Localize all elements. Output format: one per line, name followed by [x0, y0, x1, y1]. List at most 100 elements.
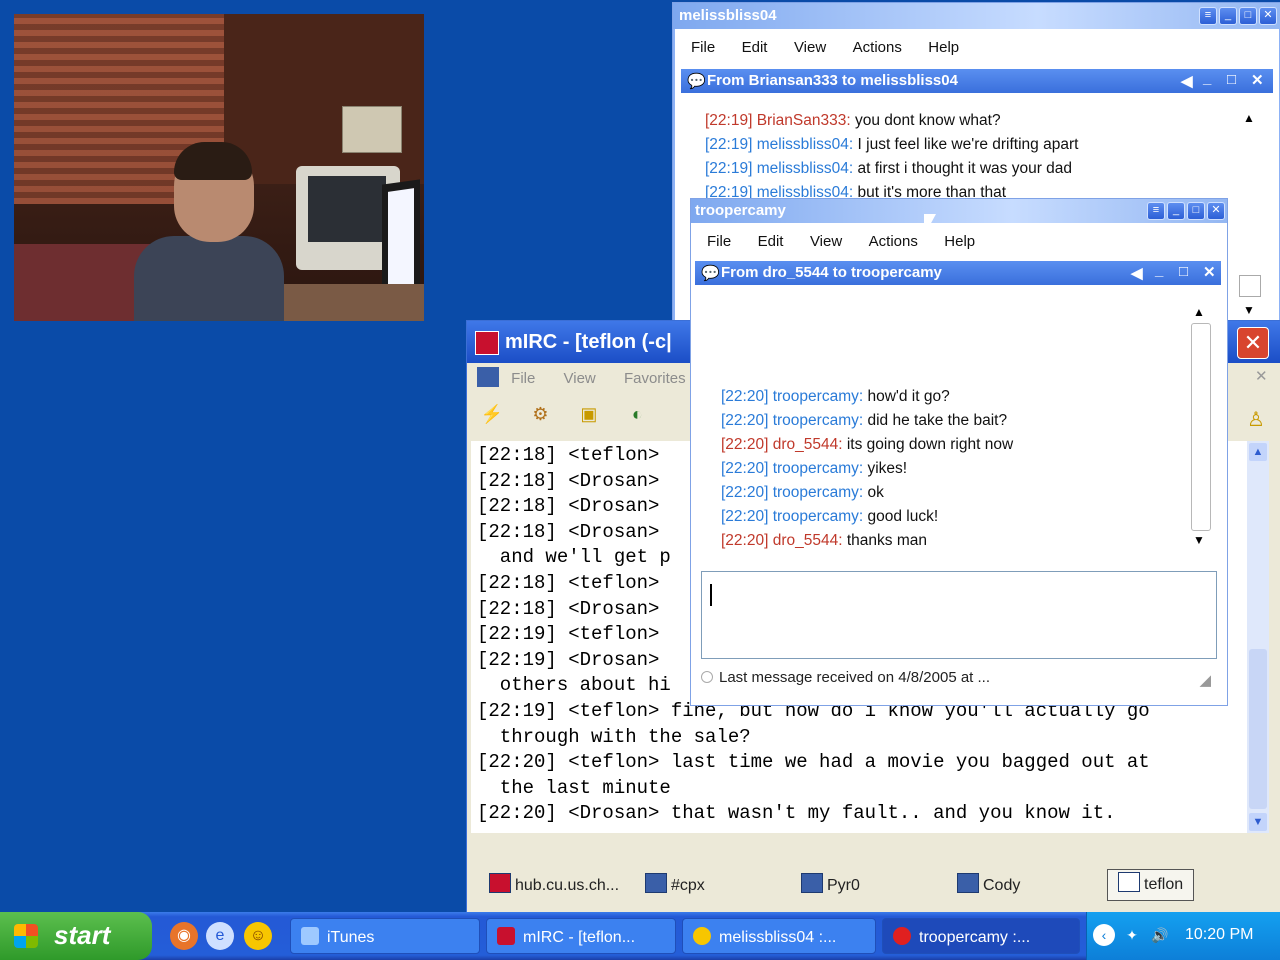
- switch-cody[interactable]: Cody: [957, 873, 1020, 899]
- minimize-icon[interactable]: _: [1219, 7, 1237, 25]
- user-icon[interactable]: ♙: [1247, 407, 1265, 432]
- title-bar[interactable]: troopercamy ≡ _ □ ✕: [691, 199, 1227, 223]
- menu-help[interactable]: Help: [944, 233, 975, 250]
- close-icon[interactable]: ✕: [1203, 263, 1216, 281]
- menu-edit[interactable]: Edit: [758, 233, 784, 250]
- taskbar-itunes[interactable]: iTunes: [290, 918, 480, 954]
- menu-icon[interactable]: ≡: [1147, 202, 1165, 220]
- firefox-icon[interactable]: ◉: [170, 922, 198, 950]
- query-icon: [1118, 872, 1140, 892]
- start-button[interactable]: start: [0, 912, 152, 960]
- minimize-icon[interactable]: _: [1203, 70, 1211, 87]
- taskbar-melissbliss04[interactable]: melissbliss04 :...: [682, 918, 876, 954]
- close-icon[interactable]: ✕: [1259, 7, 1277, 25]
- connect-icon[interactable]: ⚡: [477, 399, 507, 429]
- speaker-icon[interactable]: ◀: [1181, 72, 1193, 90]
- close-icon[interactable]: ✕: [1207, 202, 1225, 220]
- scroll-up-icon[interactable]: ▲: [1249, 443, 1267, 461]
- maximize-icon[interactable]: □: [1227, 71, 1236, 88]
- close-icon[interactable]: ✕: [1251, 71, 1264, 89]
- scroll-down-icon[interactable]: ▼: [1193, 533, 1205, 547]
- menu-actions[interactable]: Actions: [853, 39, 902, 56]
- conversation-scrollbar[interactable]: ▲ ▼: [1189, 305, 1211, 551]
- maximize-icon[interactable]: □: [1187, 202, 1205, 220]
- menu-favorites[interactable]: Favorites: [624, 370, 686, 387]
- menu-actions[interactable]: Actions: [869, 233, 918, 250]
- wall: [224, 14, 424, 184]
- scroll-up-icon[interactable]: ▲: [1193, 305, 1205, 319]
- taskbar-troopercamy[interactable]: troopercamy :...: [882, 918, 1080, 954]
- status-icon: [701, 671, 713, 683]
- address-book-icon[interactable]: ◐: [622, 399, 652, 429]
- menu-file[interactable]: File: [691, 39, 715, 56]
- chat-bubble-icon: 💬: [701, 265, 720, 282]
- menu-help[interactable]: Help: [928, 39, 959, 56]
- chat-line: [22:20] <teflon> last time we had a movi…: [477, 751, 1150, 774]
- message-line: [22:20] dro_5544: its going down right n…: [721, 436, 1014, 453]
- scroll-down-icon[interactable]: ▼: [1249, 813, 1267, 831]
- message-line: [22:20] troopercamy: good luck!: [721, 508, 939, 525]
- equipment-shelf: [342, 106, 402, 153]
- message-line: [22:19] melissbliss04: at first i though…: [705, 160, 1073, 177]
- toolbar: ⚡ ⚙ ▣ ◐: [477, 399, 666, 439]
- scroll-down-icon[interactable]: ▼: [1243, 303, 1255, 317]
- message-line: [22:20] troopercamy: yikes!: [721, 460, 908, 477]
- menu-icon[interactable]: ≡: [1199, 7, 1217, 25]
- close-icon[interactable]: ✕: [1237, 327, 1269, 359]
- maximize-icon[interactable]: □: [1179, 263, 1188, 280]
- switch-teflon[interactable]: teflon: [1107, 869, 1195, 901]
- chat-line: through with the sale?: [477, 725, 751, 748]
- channels-folder-icon[interactable]: ▣: [574, 399, 604, 429]
- taskbar-mirc[interactable]: mIRC - [teflon...: [486, 918, 676, 954]
- switch-hub[interactable]: hub.cu.us.ch...: [489, 873, 619, 899]
- system-tray: ‹ ✦ 🔊 10:20 PM: [1086, 912, 1280, 960]
- messenger-icon: [693, 927, 711, 945]
- text-caret: [710, 584, 712, 606]
- tray-expand-icon[interactable]: ‹: [1093, 924, 1115, 946]
- messenger-window-troopercamy[interactable]: troopercamy ≡ _ □ ✕ File Edit View Actio…: [690, 198, 1228, 706]
- volume-icon[interactable]: 🔊: [1149, 924, 1171, 946]
- chat-scrollbar[interactable]: ▲ ▼: [1247, 441, 1269, 833]
- mirc-logo-icon: [475, 331, 499, 355]
- options-icon[interactable]: ⚙: [525, 399, 555, 429]
- message-line: [22:19] melissbliss04: I just feel like …: [705, 136, 1079, 153]
- network-icon[interactable]: ✦: [1121, 924, 1143, 946]
- switch-cpx[interactable]: #cpx: [645, 873, 705, 899]
- title-bar[interactable]: melissbliss04 ≡ _ □ ✕: [673, 3, 1280, 29]
- chat-line: [22:20] <Drosan> that wasn't my fault.. …: [477, 802, 1116, 825]
- menu-view[interactable]: View: [810, 233, 842, 250]
- internet-explorer-icon[interactable]: e: [206, 922, 234, 950]
- menu-view[interactable]: View: [794, 39, 826, 56]
- message-line: [22:20] troopercamy: how'd it go?: [721, 388, 950, 405]
- messenger-smiley-icon[interactable]: ☺: [244, 922, 272, 950]
- speaker-icon[interactable]: ◀: [1131, 264, 1143, 282]
- chat-line: the last minute: [477, 776, 671, 799]
- chat-bubble-icon: 💬: [687, 73, 706, 90]
- person-hair: [174, 142, 252, 180]
- switch-pyr0[interactable]: Pyr0: [801, 873, 860, 899]
- minimize-icon[interactable]: _: [1155, 262, 1163, 279]
- message-line: [22:20] dro_5544: thanks man: [721, 532, 927, 549]
- scroll-up-icon[interactable]: ▲: [1243, 111, 1255, 125]
- resize-grip-icon[interactable]: ◢: [1199, 671, 1211, 689]
- maximize-icon[interactable]: □: [1239, 7, 1257, 25]
- clock[interactable]: 10:20 PM: [1185, 926, 1253, 944]
- minimize-icon[interactable]: _: [1167, 202, 1185, 220]
- menu-bar: File Edit View Actions Help: [691, 39, 981, 57]
- menu-file[interactable]: File: [707, 233, 731, 250]
- mdi-icon: [477, 367, 499, 387]
- taskbar: start ◉ e ☺ iTunes mIRC - [teflon... mel…: [0, 912, 1280, 960]
- windows-logo-icon: [14, 924, 38, 948]
- window-title: melissbliss04: [679, 7, 777, 24]
- menu-edit[interactable]: Edit: [742, 39, 768, 56]
- menu-file[interactable]: File: [511, 370, 535, 387]
- scroll-track[interactable]: [1191, 323, 1211, 531]
- server-icon: [489, 873, 511, 893]
- scroll-thumb[interactable]: [1239, 275, 1261, 297]
- mdi-close-icon[interactable]: ✕: [1255, 367, 1268, 385]
- scroll-thumb[interactable]: [1249, 649, 1267, 809]
- bed: [14, 244, 154, 321]
- message-input[interactable]: [701, 571, 1217, 659]
- menu-bar: File View Favorites: [477, 367, 710, 387]
- menu-view[interactable]: View: [564, 370, 596, 387]
